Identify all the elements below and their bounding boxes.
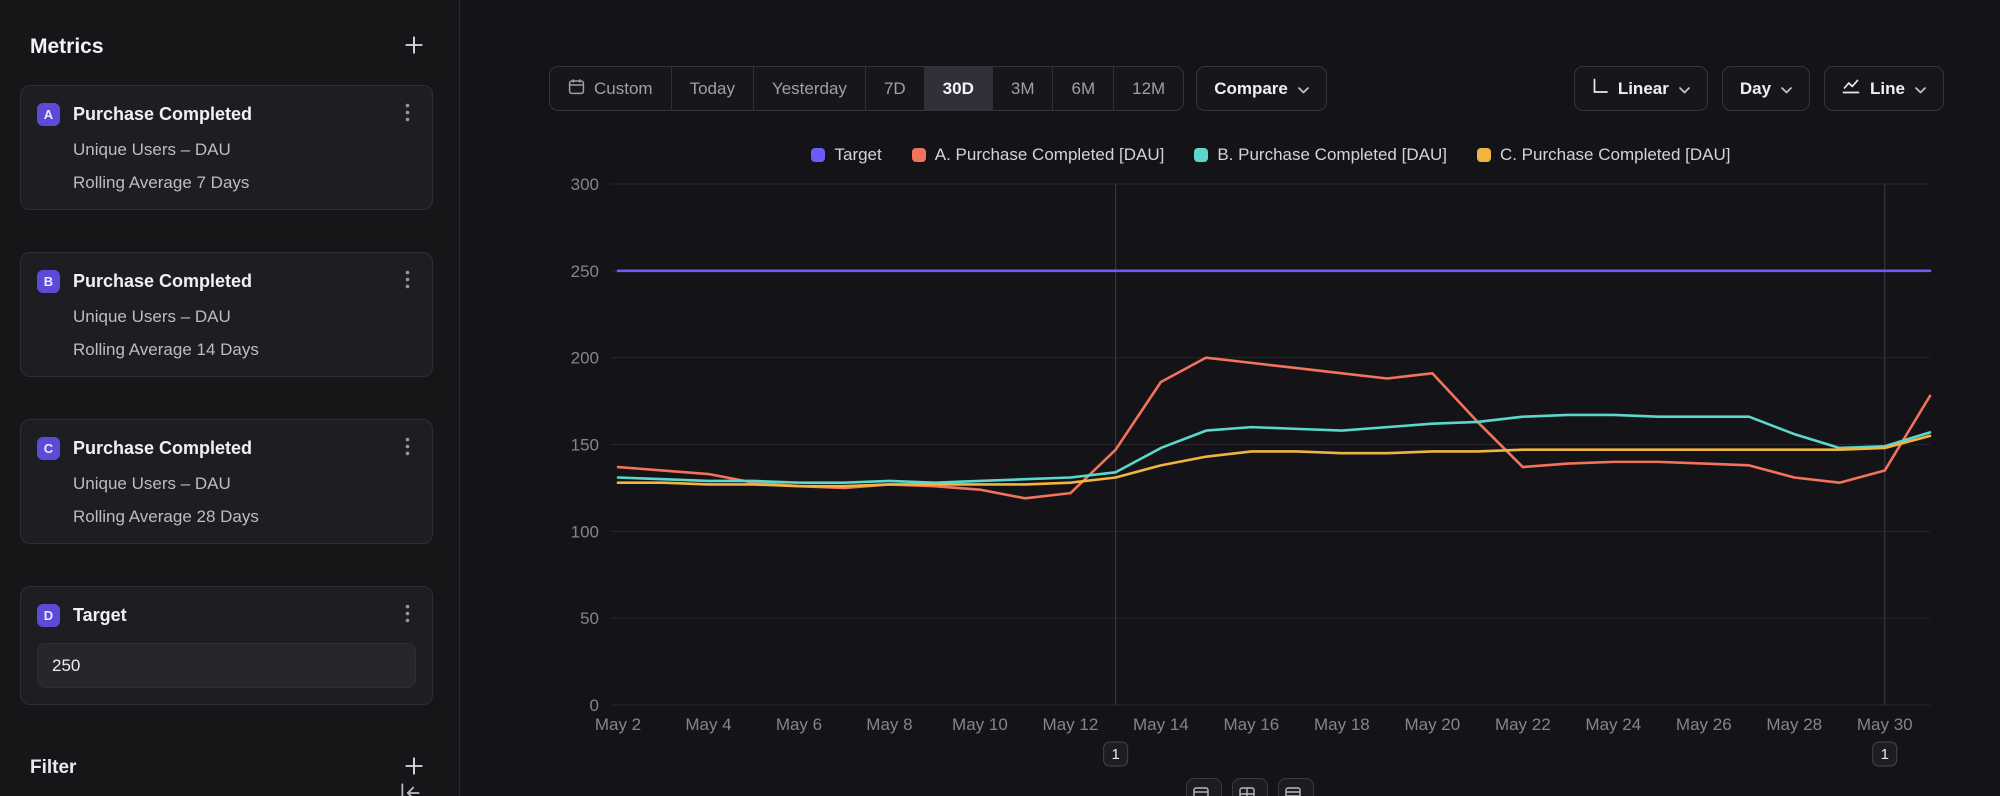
y-tick-label: 100 xyxy=(571,522,599,541)
x-tick-label: May 18 xyxy=(1314,715,1370,734)
svg-text:1: 1 xyxy=(1881,746,1889,763)
x-tick-label: May 4 xyxy=(685,715,731,734)
kebab-icon xyxy=(405,611,410,626)
metric-title: Purchase Completed xyxy=(73,104,399,125)
x-tick-label: May 16 xyxy=(1224,715,1280,734)
target-card-header: D Target xyxy=(37,602,416,628)
metrics-header: Metrics xyxy=(0,0,459,85)
chart-panel: Custom Today Yesterday 7D 30D 3M 6M 12M … xyxy=(461,0,2000,796)
y-tick-label: 50 xyxy=(580,609,599,628)
metric-title: Purchase Completed xyxy=(73,438,399,459)
metric-card-header: C Purchase Completed xyxy=(37,435,416,461)
svg-text:1: 1 xyxy=(1111,746,1119,763)
y-tick-label: 200 xyxy=(571,349,599,368)
metric-card-a[interactable]: A Purchase Completed Unique Users – DAU … xyxy=(20,85,433,210)
metric-rolling-average: Rolling Average 28 Days xyxy=(73,507,416,527)
metric-badge: B xyxy=(37,270,60,293)
metric-rolling-average: Rolling Average 7 Days xyxy=(73,173,416,193)
target-title: Target xyxy=(73,605,399,626)
y-tick-label: 0 xyxy=(590,696,599,715)
metric-card-header: A Purchase Completed xyxy=(37,101,416,127)
metric-rolling-average: Rolling Average 14 Days xyxy=(73,340,416,360)
add-filter-button[interactable] xyxy=(399,751,429,784)
x-tick-label: May 24 xyxy=(1585,715,1641,734)
metric-measurement: Unique Users – DAU xyxy=(73,474,416,494)
metrics-section-title: Metrics xyxy=(30,35,104,59)
kebab-icon xyxy=(405,110,410,125)
plus-icon xyxy=(403,755,425,780)
kebab-icon xyxy=(405,277,410,292)
x-tick-label: May 14 xyxy=(1133,715,1189,734)
x-tick-label: May 10 xyxy=(952,715,1008,734)
y-tick-label: 250 xyxy=(571,262,599,281)
grid-icon xyxy=(1285,787,1301,796)
filter-header: Filter xyxy=(0,751,459,796)
x-tick-label: May 12 xyxy=(1043,715,1099,734)
metric-title: Purchase Completed xyxy=(73,271,399,292)
metrics-sidebar: Metrics A Purchase Completed Unique User… xyxy=(0,0,460,796)
metric-measurement: Unique Users – DAU xyxy=(73,307,416,327)
metric-options-button[interactable] xyxy=(399,268,416,294)
chart-view-toggle-button-2[interactable] xyxy=(1232,778,1268,796)
panel-icon xyxy=(1193,787,1209,796)
add-metric-button[interactable] xyxy=(399,30,429,63)
metric-card-c[interactable]: C Purchase Completed Unique Users – DAU … xyxy=(20,419,433,544)
metric-badge: D xyxy=(37,604,60,627)
metric-options-button[interactable] xyxy=(399,435,416,461)
x-tick-label: May 8 xyxy=(866,715,912,734)
annotation-marker[interactable]: 1 xyxy=(1873,742,1897,766)
target-card[interactable]: D Target xyxy=(20,586,433,705)
metric-measurement: Unique Users – DAU xyxy=(73,140,416,160)
filter-section-title: Filter xyxy=(30,757,76,779)
metric-card-header: B Purchase Completed xyxy=(37,268,416,294)
y-tick-label: 150 xyxy=(571,436,599,455)
annotation-marker[interactable]: 1 xyxy=(1104,742,1128,766)
y-tick-label: 300 xyxy=(571,175,599,194)
x-tick-label: May 30 xyxy=(1857,715,1913,734)
line-chart-canvas: 0 50 100 150 200 250 300 May 2 May 4 May 6 May 8 Ma… xyxy=(461,0,2000,796)
kebab-icon xyxy=(405,444,410,459)
chart-view-toggle-button-3[interactable] xyxy=(1278,778,1314,796)
bottom-chart-toolbar xyxy=(1186,778,1314,796)
x-tick-label: May 20 xyxy=(1404,715,1460,734)
x-tick-label: May 6 xyxy=(776,715,822,734)
series-line xyxy=(618,436,1930,486)
plus-icon xyxy=(403,34,425,59)
target-value-input[interactable] xyxy=(37,643,416,688)
x-tick-label: May 28 xyxy=(1766,715,1822,734)
analytics-app: Metrics A Purchase Completed Unique User… xyxy=(0,0,2000,796)
metric-card-list: A Purchase Completed Unique Users – DAU … xyxy=(0,85,459,705)
metric-badge: A xyxy=(37,103,60,126)
x-tick-label: May 26 xyxy=(1676,715,1732,734)
metric-options-button[interactable] xyxy=(399,101,416,127)
chart-view-toggle-button-1[interactable] xyxy=(1186,778,1222,796)
metric-badge: C xyxy=(37,437,60,460)
collapse-sidebar-button[interactable] xyxy=(398,782,422,796)
x-tick-label: May 22 xyxy=(1495,715,1551,734)
metric-card-b[interactable]: B Purchase Completed Unique Users – DAU … xyxy=(20,252,433,377)
table-icon xyxy=(1239,787,1255,796)
collapse-left-icon xyxy=(398,792,422,796)
target-options-button[interactable] xyxy=(399,602,416,628)
x-tick-label: May 2 xyxy=(595,715,641,734)
